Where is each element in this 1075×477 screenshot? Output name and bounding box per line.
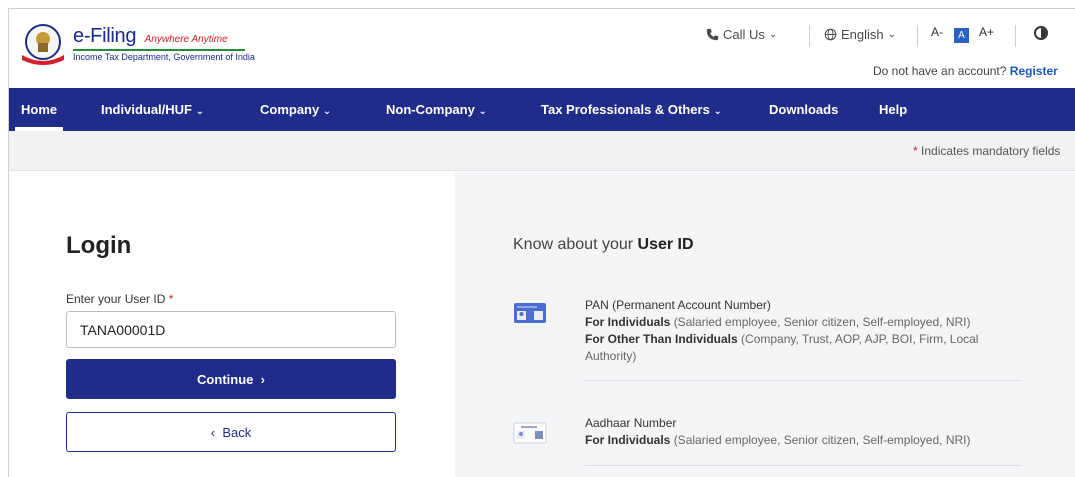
pan-others-line: For Other Than Individuals (Company, Tru… <box>585 331 1025 365</box>
user-id-label: Enter your User ID * <box>66 292 173 306</box>
contrast-icon[interactable] <box>1034 26 1048 40</box>
no-account-text: Do not have an account? <box>873 64 1007 78</box>
register-prompt: Do not have an account? Register <box>873 64 1058 78</box>
nav-tax-professionals-label: Tax Professionals & Others <box>541 102 710 117</box>
info-title-prefix: Know about your <box>513 236 634 253</box>
back-button[interactable]: ‹ Back <box>66 412 396 452</box>
chevron-down-icon: ⌄ <box>887 29 897 40</box>
phone-icon <box>706 28 719 41</box>
mandatory-notice: * Indicates mandatory fields <box>913 144 1060 158</box>
aadhaar-individuals-rest: (Salaried employee, Senior citizen, Self… <box>673 433 971 447</box>
income-tax-emblem-icon[interactable] <box>19 23 67 65</box>
main-nav: Home Individual/HUF ⌄ Company ⌄ Non-Comp… <box>9 88 1075 131</box>
pan-info-item: PAN (Permanent Account Number) For Indiv… <box>585 297 1025 365</box>
continue-button[interactable]: Continue › <box>66 359 396 399</box>
nav-tax-professionals[interactable]: Tax Professionals & Others ⌄ <box>541 88 722 131</box>
language-dropdown[interactable]: English ⌄ <box>824 27 896 42</box>
nav-individual-huf[interactable]: Individual/HUF ⌄ <box>101 88 204 131</box>
continue-label: Continue <box>197 371 254 387</box>
nav-individual-huf-label: Individual/HUF <box>101 102 192 117</box>
nav-non-company-label: Non-Company <box>386 102 475 117</box>
logo-title: e-Filing <box>73 25 137 47</box>
chevron-down-icon: ⌄ <box>713 106 722 117</box>
nav-home-label: Home <box>21 102 58 117</box>
notice-bar: * Indicates mandatory fields <box>9 131 1075 171</box>
back-label: Back <box>222 424 252 440</box>
font-increase-button[interactable]: A+ <box>979 25 994 39</box>
site-logo[interactable]: e-Filing Anywhere Anytime Income Tax Dep… <box>73 25 255 62</box>
info-title-bold: User ID <box>637 236 694 253</box>
chevron-down-icon: ⌄ <box>322 106 332 117</box>
login-title: Login <box>66 232 132 259</box>
required-mark: * <box>168 292 174 306</box>
aadhaar-info-item: Aadhaar Number For Individuals (Salaried… <box>585 415 1025 449</box>
chevron-right-icon: › <box>257 371 265 387</box>
call-us-dropdown[interactable]: Call Us ⌄ <box>706 27 777 42</box>
register-link[interactable]: Register <box>1010 64 1058 78</box>
header-separator <box>1015 25 1016 47</box>
mandatory-text: Indicates mandatory fields <box>921 144 1061 158</box>
info-divider <box>585 465 1021 466</box>
chevron-down-icon: ⌄ <box>768 29 778 40</box>
user-id-info-panel: Know about your User ID PAN (Permanent A… <box>455 172 1075 477</box>
page-frame: e-Filing Anywhere Anytime Income Tax Dep… <box>8 8 1075 477</box>
nav-home[interactable]: Home <box>14 88 64 131</box>
logo-tagline: Anywhere Anytime <box>144 34 228 45</box>
globe-icon <box>824 28 837 41</box>
chevron-down-icon: ⌄ <box>478 106 487 117</box>
nav-company[interactable]: Company ⌄ <box>260 88 331 131</box>
chevron-down-icon: ⌄ <box>195 106 205 117</box>
login-panel: Login Enter your User ID * Continue › ‹ … <box>9 172 455 477</box>
logo-subtitle: Income Tax Department, Government of Ind… <box>73 49 255 62</box>
aadhaar-individuals-bold: For Individuals <box>585 433 671 447</box>
aadhaar-title: Aadhaar Number <box>585 416 677 430</box>
pan-individuals-bold: For Individuals <box>585 315 671 329</box>
chevron-left-icon: ‹ <box>210 424 219 440</box>
pan-individuals-line: For Individuals (Salaried employee, Seni… <box>585 314 1025 331</box>
pan-card-icon <box>514 303 546 323</box>
user-id-label-text: Enter your User ID <box>66 292 166 306</box>
language-label: English <box>841 27 884 42</box>
nav-help-label: Help <box>879 102 908 117</box>
info-divider <box>585 380 1021 381</box>
call-us-label: Call Us <box>723 27 765 42</box>
mandatory-star: * <box>913 144 918 158</box>
header-separator <box>917 25 918 47</box>
nav-company-label: Company <box>260 102 320 117</box>
font-decrease-button[interactable]: A- <box>931 25 943 39</box>
user-id-input[interactable] <box>66 311 396 348</box>
aadhaar-individuals-line: For Individuals (Salaried employee, Seni… <box>585 432 1025 449</box>
pan-title: PAN (Permanent Account Number) <box>585 298 771 312</box>
aadhaar-card-icon <box>513 422 547 444</box>
info-title: Know about your User ID <box>513 236 694 254</box>
header-separator <box>809 25 810 47</box>
pan-individuals-rest: (Salaried employee, Senior citizen, Self… <box>673 315 971 329</box>
nav-downloads[interactable]: Downloads <box>769 88 838 131</box>
nav-help[interactable]: Help <box>879 88 907 131</box>
nav-non-company[interactable]: Non-Company ⌄ <box>386 88 487 131</box>
nav-downloads-label: Downloads <box>769 102 839 117</box>
site-header: e-Filing Anywhere Anytime Income Tax Dep… <box>9 9 1075 87</box>
font-normal-button[interactable]: A <box>954 28 969 43</box>
pan-others-bold: For Other Than Individuals <box>585 332 738 346</box>
